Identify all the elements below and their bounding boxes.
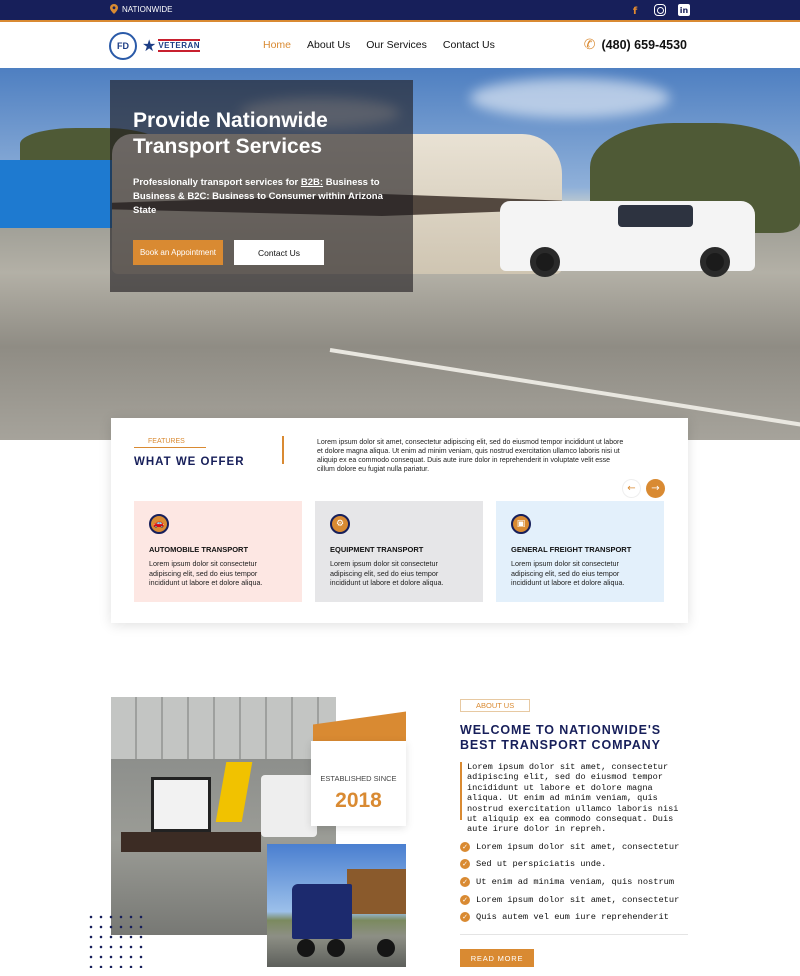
list-item: ✓ Quis autem vel eum iure reprehenderit — [460, 908, 700, 926]
service-name: EQUIPMENT TRANSPORT — [330, 545, 424, 554]
about-title: WELCOME TO NATIONWIDE'S BEST TRANSPORT C… — [460, 723, 661, 752]
phone-number: (480) 659-4530 — [601, 38, 687, 52]
veteran-logo[interactable]: ★ VETERAN — [142, 34, 218, 56]
check-icon: ✓ — [460, 876, 470, 887]
blue-trailer — [0, 160, 112, 228]
location-pin-icon — [110, 4, 118, 14]
list-item: ✓ Ut enim ad minima veniam, quis nostrum — [460, 873, 700, 891]
features-title: WHAT WE OFFER — [134, 456, 245, 468]
hero-contact-button[interactable]: Contact Us — [234, 240, 324, 265]
list-item: ✓ Lorem ipsum dolor sit amet, consectetur — [460, 838, 700, 856]
about-description: Lorem ipsum dolor sit amet, consectetur … — [467, 762, 679, 835]
list-item: ✓ Sed ut perspiciatis unde. — [460, 856, 700, 874]
nav-about-us[interactable]: About Us — [307, 39, 350, 51]
social-links: f in — [628, 4, 690, 18]
freight-truck-photo — [267, 844, 406, 967]
facebook-icon[interactable]: f — [628, 4, 642, 18]
nav-home[interactable]: Home — [263, 39, 291, 51]
car-icon: 🚗 — [149, 514, 169, 534]
prev-arrow-button[interactable]: ← — [622, 479, 641, 498]
tractor-icon: ⚙ — [330, 514, 350, 534]
established-label: ESTABLISHED SINCE — [320, 774, 397, 783]
instagram-icon[interactable] — [654, 4, 666, 16]
check-icon: ✓ — [460, 841, 470, 852]
about-tag: ABOUT US — [460, 699, 530, 712]
list-item-text: Quis autem vel eum iure reprehenderit — [476, 912, 669, 923]
service-name: AUTOMOBILE TRANSPORT — [149, 545, 249, 554]
hero-subtitle-b2b: B2B: — [300, 177, 324, 188]
service-card-automobile[interactable]: 🚗 AUTOMOBILE TRANSPORT Lorem ipsum dolor… — [134, 501, 302, 602]
veteran-logo-text: VETERAN — [158, 38, 201, 52]
check-icon: ✓ — [460, 894, 470, 905]
features-tag: FEATURES — [134, 438, 206, 448]
phone-icon: ✆ — [583, 37, 596, 53]
service-text: Lorem ipsum dolor sit consectetur adipis… — [330, 559, 444, 587]
truck-icon: ▣ — [511, 514, 531, 534]
dot-pattern — [86, 912, 148, 968]
nav-our-services[interactable]: Our Services — [366, 39, 427, 51]
nav-contact-us[interactable]: Contact Us — [443, 39, 495, 51]
location: NATIONWIDE — [110, 4, 173, 14]
fd-logo-text: FD — [117, 41, 129, 51]
book-appointment-button[interactable]: Book an Appointment — [133, 240, 223, 265]
location-label: NATIONWIDE — [122, 4, 173, 14]
list-item-text: Ut enim ad minima veniam, quis nostrum — [476, 876, 675, 887]
about-accent-bar — [460, 762, 462, 820]
service-card-equipment[interactable]: ⚙ EQUIPMENT TRANSPORT Lorem ipsum dolor … — [315, 501, 483, 602]
pickup-truck — [500, 201, 755, 277]
star-icon: ★ — [142, 35, 157, 55]
features-divider — [282, 436, 284, 464]
check-icon: ✓ — [460, 912, 470, 923]
check-icon: ✓ — [460, 859, 470, 870]
page: NATIONWIDE f in FD ★ VETERAN Home About … — [0, 0, 800, 976]
features-description: Lorem ipsum dolor sit amet, consectetur … — [317, 439, 624, 473]
established-year: 2018 — [335, 789, 382, 812]
fd-logo[interactable]: FD — [109, 32, 137, 60]
hero-subtitle: Professionally transport services for B2… — [133, 176, 383, 218]
list-item-text: Lorem ipsum dolor sit amet, consectetur — [476, 841, 680, 852]
divider — [460, 934, 688, 935]
established-box: ESTABLISHED SINCE 2018 — [311, 741, 406, 826]
read-more-button[interactable]: READ MORE — [460, 949, 534, 967]
top-bar: NATIONWIDE f in — [0, 0, 800, 22]
hero-title: Provide Nationwide Transport Services — [133, 109, 328, 158]
phone-link[interactable]: ✆ (480) 659-4530 — [584, 37, 687, 53]
list-item-text: Sed ut perspiciatis unde. — [476, 859, 607, 870]
header: FD ★ VETERAN Home About Us Our Services … — [0, 22, 800, 68]
service-text: Lorem ipsum dolor sit consectetur adipis… — [149, 559, 263, 587]
list-item-text: Lorem ipsum dolor sit amet, consectetur — [476, 894, 680, 905]
next-arrow-button[interactable]: → — [646, 479, 665, 498]
features-card: FEATURES WHAT WE OFFER Lorem ipsum dolor… — [111, 418, 688, 623]
about-checklist: ✓ Lorem ipsum dolor sit amet, consectetur… — [460, 838, 700, 926]
service-text: Lorem ipsum dolor sit consectetur adipis… — [511, 559, 625, 587]
linkedin-icon[interactable]: in — [678, 4, 690, 16]
main-nav: Home About Us Our Services Contact Us — [263, 39, 495, 51]
list-item: ✓ Lorem ipsum dolor sit amet, consectetur — [460, 891, 700, 909]
service-card-freight[interactable]: ▣ GENERAL FREIGHT TRANSPORT Lorem ipsum … — [496, 501, 664, 602]
hero-subtitle-start: Professionally transport services for — [133, 177, 301, 188]
service-name: GENERAL FREIGHT TRANSPORT — [511, 545, 632, 554]
